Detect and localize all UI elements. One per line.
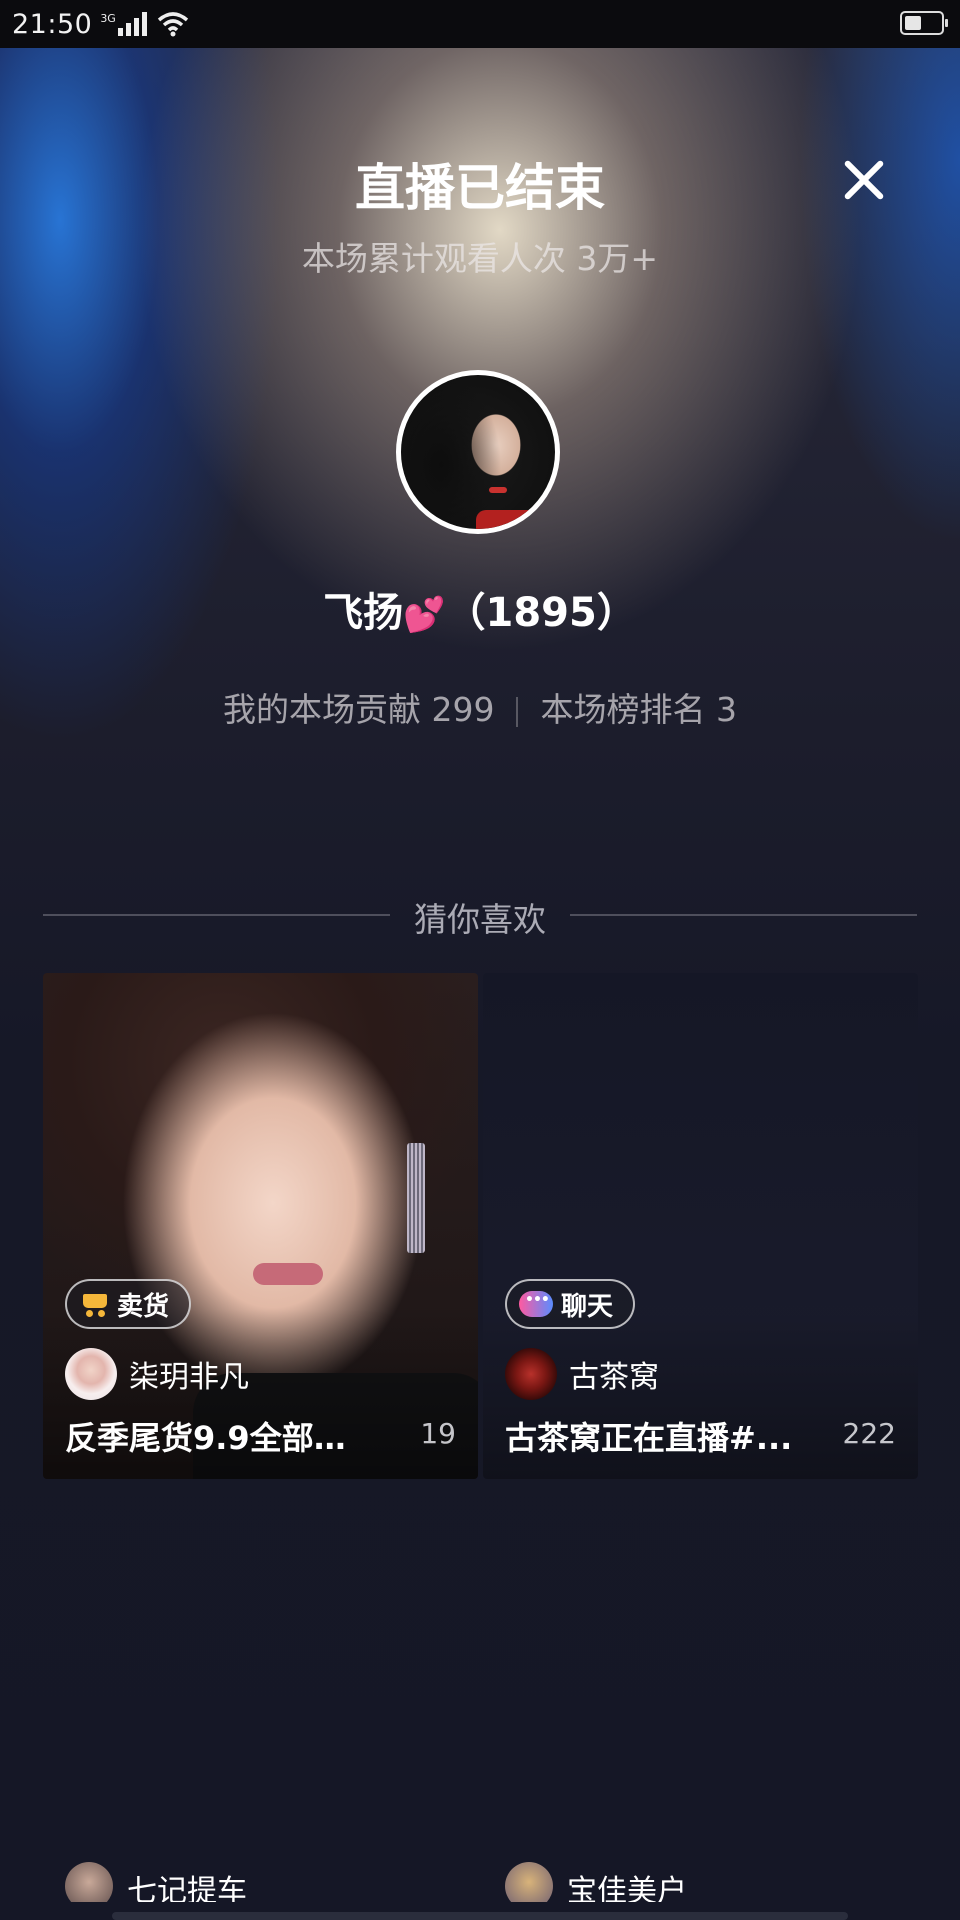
chat-bubble-icon (519, 1291, 553, 1317)
section-title: 猜你喜欢 (414, 900, 546, 939)
rank-text: 本场榜排名 3 (540, 690, 737, 729)
status-bar: 21:50 3G (0, 0, 960, 48)
status-time: 21:50 (12, 8, 93, 40)
host-level: （1895） (445, 590, 637, 636)
viewer-count: 19 (420, 1417, 456, 1450)
tag-label: 卖货 (117, 1291, 170, 1322)
category-tag: 聊天 (505, 1279, 636, 1329)
recommend-card[interactable]: 聊天 古茶窝 古茶窝正在直播#... 222 (483, 973, 918, 1479)
blurred-background (0, 0, 960, 1920)
card-title: 反季尾货9.9全部清... (65, 1419, 365, 1457)
partial-card[interactable]: 七记提车 (65, 1862, 247, 1902)
viewer-count: 222 (842, 1417, 896, 1450)
host-name: 飞扬 (323, 590, 404, 636)
host-name-row[interactable]: 飞扬💕（1895） (0, 580, 960, 638)
author-name: 宝佳美户 (567, 1874, 687, 1902)
close-icon[interactable] (836, 152, 892, 208)
author-avatar (505, 1862, 553, 1902)
next-cards-row: 七记提车 宝佳美户 (0, 1862, 960, 1902)
recommend-card[interactable]: 卖货 柒玥非凡 反季尾货9.9全部清... 19 (43, 973, 478, 1479)
card-title: 古茶窝正在直播#... (505, 1419, 793, 1457)
author-avatar (505, 1348, 557, 1400)
battery-icon (900, 11, 948, 35)
stats-divider (516, 696, 519, 727)
bottom-bar (112, 1912, 848, 1920)
host-avatar[interactable] (396, 370, 560, 534)
signal-icon (117, 12, 147, 36)
page-title: 直播已结束 (355, 159, 605, 217)
heart-emoji: 💕 (403, 595, 446, 635)
view-count-text: 本场累计观看人次 3万+ (301, 239, 659, 278)
author-avatar (65, 1862, 113, 1902)
tag-label: 聊天 (561, 1291, 614, 1322)
card-author: 柒玥非凡 (65, 1348, 249, 1400)
my-contribution: 我的本场贡献 299 (223, 690, 495, 729)
author-name: 古茶窝 (569, 1360, 659, 1395)
category-tag: 卖货 (65, 1279, 192, 1329)
author-name: 柒玥非凡 (129, 1360, 249, 1395)
contribution-stats: 我的本场贡献 299 本场榜排名 3 (0, 683, 960, 731)
wifi-icon (157, 12, 188, 37)
card-author: 古茶窝 (505, 1348, 659, 1400)
partial-card[interactable]: 宝佳美户 (505, 1862, 687, 1902)
network-type: 3G (100, 11, 116, 25)
author-avatar (65, 1348, 117, 1400)
author-name: 七记提车 (127, 1874, 247, 1902)
shopping-cart-icon (79, 1292, 109, 1317)
